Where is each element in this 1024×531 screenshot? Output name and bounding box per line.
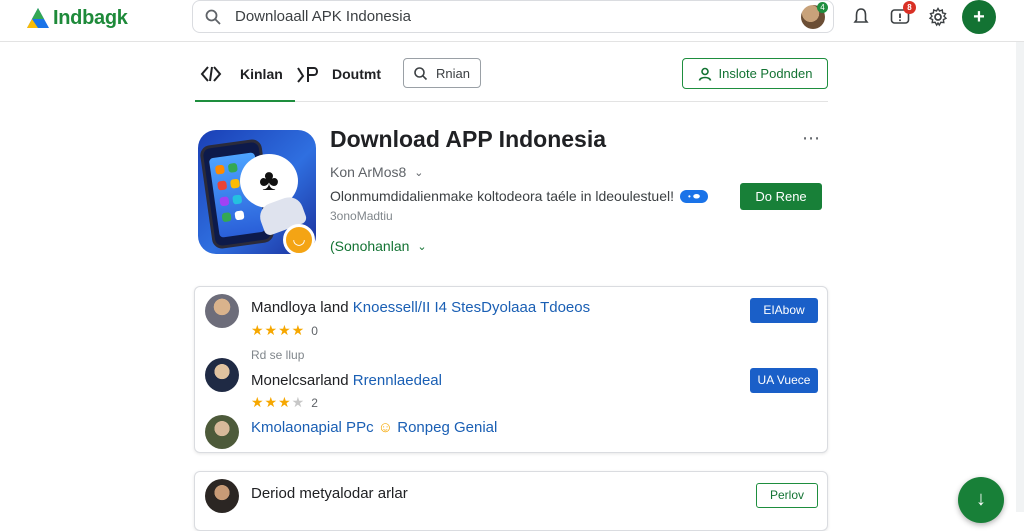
rating-count: 0 (311, 324, 318, 338)
gear-icon[interactable] (926, 5, 950, 29)
rating-count: 2 (311, 396, 318, 410)
app-description: Olonmumdidalienmake koltodeora taéle in … (330, 188, 708, 204)
notifications-icon[interactable]: 8 (888, 1, 916, 29)
top-bar: Indbagk 4 8 + (0, 0, 1024, 42)
brand-name: Indbagk (53, 6, 128, 29)
install-button-label: Inslote Podnden (718, 66, 813, 81)
review-highlight[interactable]: Rrennlaedeal (353, 372, 442, 389)
share-icon[interactable] (296, 66, 322, 84)
search-bar[interactable]: 4 (192, 0, 834, 33)
review-action-button[interactable]: EIAbow (750, 298, 818, 323)
avatar[interactable] (205, 415, 239, 449)
star-rating: ★★★★ 2 (251, 394, 318, 410)
add-button[interactable]: + (962, 0, 996, 34)
review-note: Rd se llup (251, 348, 305, 362)
avatar[interactable] (205, 479, 239, 513)
review-author: Monelcsarland Rrennlaedeal (251, 372, 442, 389)
see-more-link[interactable]: (Sonohanlan ⌄ (330, 238, 427, 254)
filter-chip-label: Rnian (436, 65, 470, 81)
rating-badge-icon: ◡ (283, 224, 315, 256)
reviews-card: Mandloya land Knoessell/II I4 StesDyolaa… (194, 286, 828, 453)
avatar[interactable] (205, 294, 239, 328)
review-highlight[interactable]: Kmolaonapial PPc (251, 419, 374, 436)
review-action-button[interactable]: UA Vuece (750, 368, 818, 393)
notifications-badge: 8 (903, 1, 916, 14)
brand-logo[interactable]: Indbagk (26, 5, 128, 31)
app-title: Download APP Indonesia (330, 126, 607, 152)
search-input[interactable] (235, 8, 775, 25)
review-tail[interactable]: Ronpeg Genial (397, 419, 497, 436)
developer-name: Kon ArMos8 (330, 164, 407, 180)
active-tab-indicator (195, 100, 295, 102)
app-meta: 3onoMadtiu (330, 209, 393, 223)
avatar[interactable] (205, 358, 239, 392)
scrollbar[interactable] (1016, 42, 1024, 512)
review-author-name: Deriod metyalodar arlar (251, 485, 408, 502)
chevron-down-icon: ⌄ (414, 166, 424, 179)
star-rating: ★★★★ 0 (251, 322, 318, 338)
back-arrows-icon[interactable] (199, 64, 223, 84)
developer-link[interactable]: Kon ArMos8 ⌄ (330, 164, 423, 180)
search-icon (205, 9, 221, 25)
search-profile-avatar[interactable]: 4 (801, 2, 828, 29)
description-text: Olonmumdidalienmake koltodeora taéle in … (330, 188, 674, 204)
review-author: Kmolaonapial PPc ☺ Ronpeg Genial (251, 419, 497, 436)
download-fab[interactable]: ↓ (958, 477, 1004, 523)
review-author-name: Monelcsarland (251, 372, 349, 389)
review-action-button[interactable]: Perlov (756, 483, 818, 508)
install-button[interactable]: Inslote Podnden (682, 58, 828, 89)
bell-icon[interactable] (849, 5, 873, 29)
description-chip: • ⬬ (679, 189, 708, 203)
tab-doutmt[interactable]: Doutmt (332, 66, 381, 82)
see-more-label: (Sonohanlan (330, 238, 410, 254)
tab-kinlan[interactable]: Kinlan (240, 66, 283, 82)
avatar-badge: 4 (817, 2, 828, 13)
search-icon (414, 66, 428, 80)
primary-action-button[interactable]: Do Rene (740, 183, 822, 210)
more-options-icon[interactable]: ⋯ (802, 128, 821, 149)
brand-logo-icon (27, 8, 49, 28)
person-icon (698, 67, 711, 81)
filter-chip[interactable]: Rnian (403, 58, 481, 88)
chevron-down-icon: ⌄ (417, 240, 427, 253)
sub-navigation: Kinlan Doutmt Rnian Inslote Podnden (195, 54, 828, 102)
review-card-2: Deriod metyalodar arlar Perlov (194, 471, 828, 531)
review-author-name: Mandloya land (251, 299, 349, 316)
emoji-icon: ☺ (377, 419, 394, 436)
review-highlight[interactable]: Knoessell/II I4 StesDyolaaa Tdoeos (353, 299, 590, 316)
review-author: Mandloya land Knoessell/II I4 StesDyolaa… (251, 299, 590, 316)
